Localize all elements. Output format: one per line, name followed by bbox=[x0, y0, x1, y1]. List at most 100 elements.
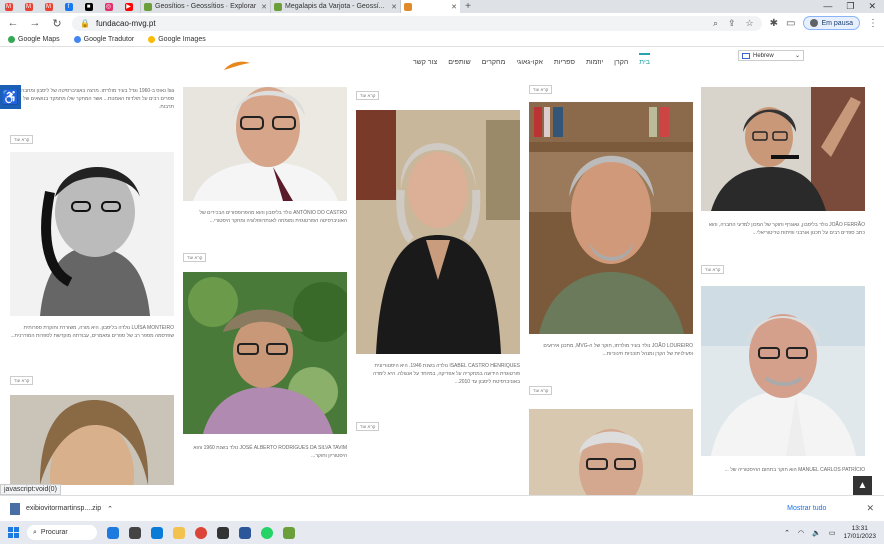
menu-item[interactable]: צור קשר bbox=[413, 53, 437, 66]
bookmark-star-icon[interactable]: ☆ bbox=[746, 18, 754, 29]
edge-icon[interactable] bbox=[151, 526, 163, 539]
sidebar-icon[interactable]: ▭ bbox=[786, 18, 795, 29]
accessibility-button[interactable]: ♿ bbox=[0, 85, 21, 109]
zoom-icon[interactable]: ⌕ bbox=[713, 18, 718, 29]
close-downloads-icon[interactable]: ✕ bbox=[866, 503, 874, 514]
taskbar-search[interactable]: ⌕ Procurar bbox=[27, 525, 97, 540]
chevron-up-icon[interactable]: ⌃ bbox=[107, 505, 113, 513]
geossitios-favicon-icon bbox=[144, 2, 152, 11]
browser-tab-megalapis[interactable]: Megalapis da Varjota - Geossí... ✕ bbox=[270, 0, 400, 13]
profile-button[interactable]: Em pausa bbox=[803, 16, 860, 30]
member-photo[interactable] bbox=[10, 395, 174, 485]
member-photo[interactable] bbox=[529, 409, 693, 495]
task-view-icon[interactable] bbox=[129, 526, 141, 539]
member-photo[interactable] bbox=[10, 152, 174, 316]
browser-tab-active[interactable]: ✕ bbox=[400, 0, 460, 13]
show-all-downloads-link[interactable]: Mostrar tudo bbox=[787, 505, 826, 512]
new-tab-button[interactable]: + bbox=[460, 1, 476, 12]
menu-item[interactable]: הקרן bbox=[614, 53, 628, 66]
browser-tab-pinned[interactable]: ▶ bbox=[120, 0, 140, 13]
battery-icon[interactable]: ▭ bbox=[829, 529, 836, 537]
member-photo[interactable] bbox=[183, 272, 347, 434]
downloads-bar: exibiovitormartinsp....zip ⌃ Mostrar tud… bbox=[0, 495, 884, 521]
read-more-button[interactable]: קרא עוד bbox=[356, 91, 380, 100]
browser-tab-pinned[interactable]: ■ bbox=[80, 0, 100, 13]
member-photo[interactable] bbox=[529, 102, 693, 334]
maps-app-icon[interactable] bbox=[283, 526, 295, 539]
chevron-up-icon[interactable]: ⌃ bbox=[784, 529, 790, 537]
close-window-icon[interactable]: ✕ bbox=[868, 1, 876, 12]
tab-favicon-icon: M bbox=[4, 2, 13, 11]
browser-tab-pinned[interactable]: ◎ bbox=[100, 0, 120, 13]
scroll-to-top-button[interactable]: ▲ bbox=[853, 476, 872, 495]
bookmark-google-maps[interactable]: Google Maps bbox=[8, 36, 60, 43]
browser-tab-geossitios[interactable]: Geosítios - Geossítios · Explorar ✕ bbox=[140, 0, 270, 13]
reload-icon[interactable]: ↻ bbox=[50, 17, 64, 30]
menu-item[interactable]: ספריות bbox=[554, 53, 575, 66]
windows-start-icon[interactable] bbox=[8, 527, 19, 538]
member-photo[interactable] bbox=[183, 87, 347, 201]
volume-icon[interactable]: 🔈 bbox=[812, 529, 821, 537]
read-more-button[interactable]: קרא עוד bbox=[529, 386, 553, 395]
close-tab-icon[interactable]: ✕ bbox=[448, 3, 457, 11]
back-icon[interactable]: ← bbox=[6, 17, 20, 29]
read-more-button[interactable]: קרא עוד bbox=[10, 376, 34, 385]
browser-tab-pinned[interactable]: M bbox=[0, 0, 20, 13]
share-icon[interactable]: ⇪ bbox=[728, 18, 736, 29]
tab-favicon-icon: M bbox=[24, 2, 33, 11]
maximize-icon[interactable]: ❐ bbox=[846, 1, 854, 12]
member-excerpt: ISABEL CASTRO HENRIQUES נולדה בשנת 1946.… bbox=[373, 363, 520, 385]
member-excerpt: ANTÓNIO DO CASTRO נולד בליסבון והוא מהפר… bbox=[199, 210, 347, 224]
browser-tab-bar: M M Mf ■ ◎ ▶ Geosítios - Geossítios · Explora… bbox=[0, 0, 884, 13]
extensions-icon[interactable]: ✱ bbox=[770, 18, 778, 29]
bookmark-google-images[interactable]: Google Images bbox=[148, 36, 206, 43]
system-clock[interactable]: 13:31 17/01/2023 bbox=[843, 525, 876, 541]
read-more-button[interactable]: קרא עוד bbox=[701, 265, 725, 274]
menu-item[interactable]: יוזמות bbox=[586, 53, 603, 66]
bookmark-google-translate[interactable]: Google Tradutor bbox=[73, 36, 134, 43]
read-more-button[interactable]: קרא עוד bbox=[183, 253, 207, 262]
forward-icon[interactable]: → bbox=[28, 17, 42, 29]
menu-item[interactable]: בית bbox=[639, 53, 650, 66]
language-select[interactable]: Hebrew ⌄ bbox=[738, 50, 804, 61]
minimize-icon[interactable]: — bbox=[823, 1, 832, 12]
team-column-1: Isa נאוס ב-1960 וגדל בעיר מולדתו. מרצה ב… bbox=[10, 87, 174, 485]
site-header: בית הקרן יוזמות ספריות אקו-גאוגי מחקרים שותפים… bbox=[0, 47, 884, 88]
word-icon[interactable] bbox=[239, 526, 251, 539]
google-maps-icon bbox=[8, 36, 15, 43]
menu-dots-icon[interactable]: ⋮ bbox=[868, 18, 878, 29]
store-icon[interactable] bbox=[217, 526, 229, 539]
browser-tab-pinned[interactable]: M bbox=[20, 0, 40, 13]
browser-toolbar: ← → ↻ 🔒 fundacao-mvg.pt ⌕ ⇪ ☆ ✱ ▭ Em pau… bbox=[0, 13, 884, 33]
site-logo-icon[interactable] bbox=[222, 60, 252, 72]
close-tab-icon[interactable]: ✕ bbox=[388, 3, 397, 11]
member-photo[interactable] bbox=[701, 286, 865, 456]
menu-item[interactable]: שותפים bbox=[448, 53, 470, 66]
member-photo[interactable] bbox=[356, 110, 520, 354]
file-explorer-icon[interactable] bbox=[173, 526, 185, 539]
browser-tab-pinned[interactable]: f bbox=[60, 0, 80, 13]
menu-item[interactable]: אקו-גאוגי bbox=[516, 53, 543, 66]
team-column-5: JOÃO FERRÃO נולד בליסבון, גאוגרף וחוקר ש… bbox=[701, 87, 865, 486]
download-item[interactable]: exibiovitormartinsp....zip ⌃ bbox=[10, 502, 113, 515]
web-page: בית הקרן יוזמות ספריות אקו-גאוגי מחקרים שותפים… bbox=[0, 47, 884, 495]
chrome-icon[interactable] bbox=[195, 526, 207, 539]
menu-item[interactable]: מחקרים bbox=[482, 53, 506, 66]
browser-tab-pinned[interactable]: M bbox=[40, 0, 60, 13]
member-excerpt: Isa נאוס ב-1960 וגדל בעיר מולדתו. מרצה ב… bbox=[10, 88, 174, 110]
status-bar-link: javascript:void(0) bbox=[0, 484, 61, 495]
read-more-button[interactable]: קרא עוד bbox=[10, 135, 34, 144]
address-bar[interactable]: 🔒 fundacao-mvg.pt ⌕ ⇪ ☆ bbox=[72, 15, 762, 31]
member-excerpt: JOÃO LOUREIRO נולד בעיר מולדתו, חוקר של … bbox=[543, 343, 693, 357]
read-more-button[interactable]: קרא עוד bbox=[529, 85, 553, 94]
teams-icon[interactable] bbox=[107, 526, 119, 539]
whatsapp-icon[interactable] bbox=[261, 526, 273, 539]
chevron-down-icon: ⌄ bbox=[794, 53, 800, 59]
israel-flag-icon bbox=[742, 52, 750, 59]
tab-favicon-icon: ◎ bbox=[104, 2, 113, 11]
read-more-button[interactable]: קרא עוד bbox=[356, 422, 380, 431]
close-tab-icon[interactable]: ✕ bbox=[258, 3, 267, 11]
wifi-icon[interactable]: ◠ bbox=[798, 529, 804, 537]
member-photo[interactable] bbox=[701, 87, 865, 211]
tab-favicon-icon: M bbox=[44, 2, 53, 11]
